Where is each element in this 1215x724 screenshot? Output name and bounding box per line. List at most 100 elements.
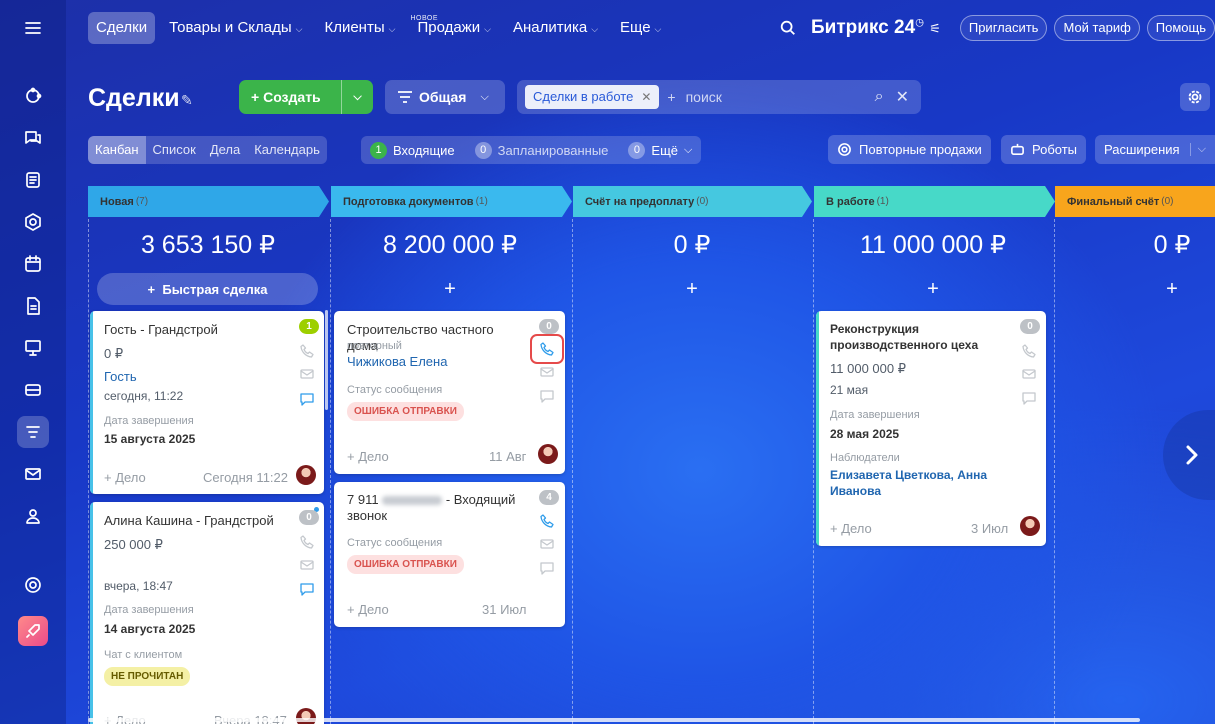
avatar[interactable]: [296, 465, 316, 485]
chat-label: Чат с клиентом: [104, 649, 183, 661]
invite-button[interactable]: Пригласить: [959, 15, 1048, 41]
add-activity-button[interactable]: + Дело: [104, 470, 146, 485]
extensions-button[interactable]: Расширения ⌵: [1095, 135, 1215, 164]
phone-icon[interactable]: [299, 343, 315, 359]
nav-clients[interactable]: Клиенты ⌵: [316, 12, 403, 44]
repeat-sales-button[interactable]: Повторные продажи: [828, 135, 991, 164]
chat-icon[interactable]: [299, 391, 315, 407]
create-button[interactable]: + Создать ⌵: [239, 80, 373, 114]
deal-title[interactable]: 7 911 - Входящий звонок: [347, 492, 527, 524]
phone-icon-highlighted[interactable]: [530, 334, 564, 364]
employees-icon[interactable]: [17, 500, 49, 532]
deal-card[interactable]: Гость - Грандстрой 1 0 ₽ Гость сегодня, …: [90, 311, 324, 494]
pin-icon[interactable]: ✎: [181, 92, 193, 109]
counter-planned[interactable]: 0 Запланированные: [474, 141, 608, 159]
deal-contact[interactable]: Гость: [104, 369, 137, 384]
counter-more[interactable]: 0 Ещё ⌵: [628, 141, 692, 159]
chat-icon[interactable]: [1021, 390, 1037, 406]
horizontal-scrollbar[interactable]: [88, 718, 1140, 722]
quick-deal-button[interactable]: + Быстрая сделка: [97, 273, 318, 305]
robots-button[interactable]: Роботы: [1001, 135, 1087, 164]
chat-icon[interactable]: [299, 581, 315, 597]
clear-icon[interactable]: ✕: [896, 87, 909, 107]
filter-search-box[interactable]: Сделки в работе ✕ + поиск ⌕ ✕: [517, 80, 921, 114]
top-right-bar: Битрикс 24◷ ⚟ Пригласить Мой тариф Помощ…: [779, 12, 1215, 44]
add-deal-button[interactable]: +: [813, 278, 1053, 301]
deal-card[interactable]: Строительство частного дома 0 повторный …: [334, 311, 565, 474]
stage-documents[interactable]: Подготовка документов (1): [331, 186, 572, 217]
help-button[interactable]: Помощь: [1146, 15, 1215, 41]
add-activity-button[interactable]: + Дело: [347, 602, 389, 617]
column-sum: 0 ₽: [1153, 231, 1191, 259]
stage-new[interactable]: Новая (7): [88, 186, 329, 217]
deal-title[interactable]: Алина Кашина - Грандстрой: [104, 513, 284, 529]
nav-analytics[interactable]: Аналитика ⌵: [505, 12, 606, 44]
tasks-icon[interactable]: [17, 164, 49, 196]
mail-icon[interactable]: [299, 557, 315, 573]
phone-icon[interactable]: [1021, 343, 1037, 359]
column-scrollbar[interactable]: [325, 310, 328, 410]
storage-icon[interactable]: [17, 374, 49, 406]
chat-icon[interactable]: [539, 560, 555, 576]
chip-close-icon[interactable]: ✕: [641, 85, 651, 109]
chat-icon[interactable]: [17, 122, 49, 154]
chat-icon[interactable]: [539, 388, 555, 404]
add-deal-button[interactable]: +: [330, 278, 570, 301]
column-sum: 3 653 150 ₽: [140, 231, 276, 259]
menu-icon[interactable]: [17, 12, 49, 44]
filter-chip[interactable]: Сделки в работе ✕: [525, 85, 660, 109]
phone-icon[interactable]: [299, 534, 315, 550]
pipeline-select-button[interactable]: Общая ⌵: [385, 80, 505, 114]
bitrix24-logo[interactable]: Битрикс 24◷ ⚟: [811, 17, 941, 39]
crm-funnel-icon[interactable]: [17, 416, 49, 448]
add-activity-button[interactable]: + Дело: [830, 521, 872, 536]
scroll-right-button[interactable]: [1163, 410, 1215, 500]
deal-title[interactable]: Гость - Грандстрой: [104, 322, 284, 338]
phone-icon[interactable]: [539, 513, 555, 529]
add-activity-button[interactable]: + Дело: [347, 449, 389, 464]
documents-icon[interactable]: [17, 290, 49, 322]
avatar[interactable]: [1020, 516, 1040, 536]
nav-deals[interactable]: Сделки: [88, 12, 156, 44]
my-tariff-button[interactable]: Мой тариф: [1054, 15, 1140, 41]
view-list[interactable]: Список: [146, 136, 203, 164]
stage-prepayment-invoice[interactable]: Счёт на предоплату (0): [573, 186, 812, 217]
kanban-settings-button[interactable]: [1180, 83, 1210, 111]
deal-title[interactable]: Реконструкция производственного цеха: [830, 321, 1000, 353]
settings-icon[interactable]: [17, 569, 49, 601]
nav-products-warehouses[interactable]: Товары и Склады ⌵: [161, 12, 310, 44]
stage-final-invoice[interactable]: Финальный счёт (0): [1055, 186, 1215, 217]
deal-card[interactable]: 7 911 - Входящий звонок 4 Статус сообщен…: [334, 482, 565, 627]
mail-icon[interactable]: [539, 536, 555, 552]
calendar-icon[interactable]: [17, 248, 49, 280]
mail-icon[interactable]: [539, 364, 555, 380]
avatar[interactable]: [538, 444, 558, 464]
counter-incoming[interactable]: 1 Входящие: [370, 141, 455, 159]
create-dropdown-chevron-icon[interactable]: ⌵: [341, 80, 373, 114]
nav-more[interactable]: Еще ⌵: [612, 12, 669, 44]
add-deal-button[interactable]: +: [572, 278, 812, 301]
rocket-icon[interactable]: [18, 616, 48, 646]
view-activities[interactable]: Дела: [203, 136, 247, 164]
search-icon[interactable]: [779, 19, 797, 37]
deal-card[interactable]: Алина Кашина - Грандстрой 0 250 000 ₽ вч…: [90, 502, 324, 724]
close-date-label: Дата завершения: [104, 415, 194, 427]
view-calendar[interactable]: Календарь: [247, 136, 327, 164]
stage-in-progress[interactable]: В работе (1): [814, 186, 1055, 217]
observers-list[interactable]: Елизавета Цветкова, Анна Иванова: [830, 467, 1000, 499]
mail-icon[interactable]: [17, 458, 49, 490]
activity-counter-badge: 0: [1020, 319, 1040, 334]
mail-icon[interactable]: [299, 366, 315, 382]
crm-hexagon-icon[interactable]: [17, 206, 49, 238]
mail-icon[interactable]: [1021, 366, 1037, 382]
deal-contact[interactable]: Чижикова Елена: [347, 354, 447, 369]
nav-sales[interactable]: НОВОЕ Продажи ⌵: [409, 12, 498, 44]
feed-icon[interactable]: [17, 80, 49, 112]
search-icon[interactable]: ⌕: [875, 88, 884, 106]
add-deal-button[interactable]: +: [1054, 278, 1215, 301]
deal-card[interactable]: Реконструкция производственного цеха 0 1…: [816, 311, 1046, 546]
presentation-icon[interactable]: [17, 332, 49, 364]
search-input[interactable]: поиск: [686, 89, 875, 105]
view-kanban[interactable]: Канбан: [88, 136, 146, 164]
activity-counter-badge: 1: [299, 319, 319, 334]
